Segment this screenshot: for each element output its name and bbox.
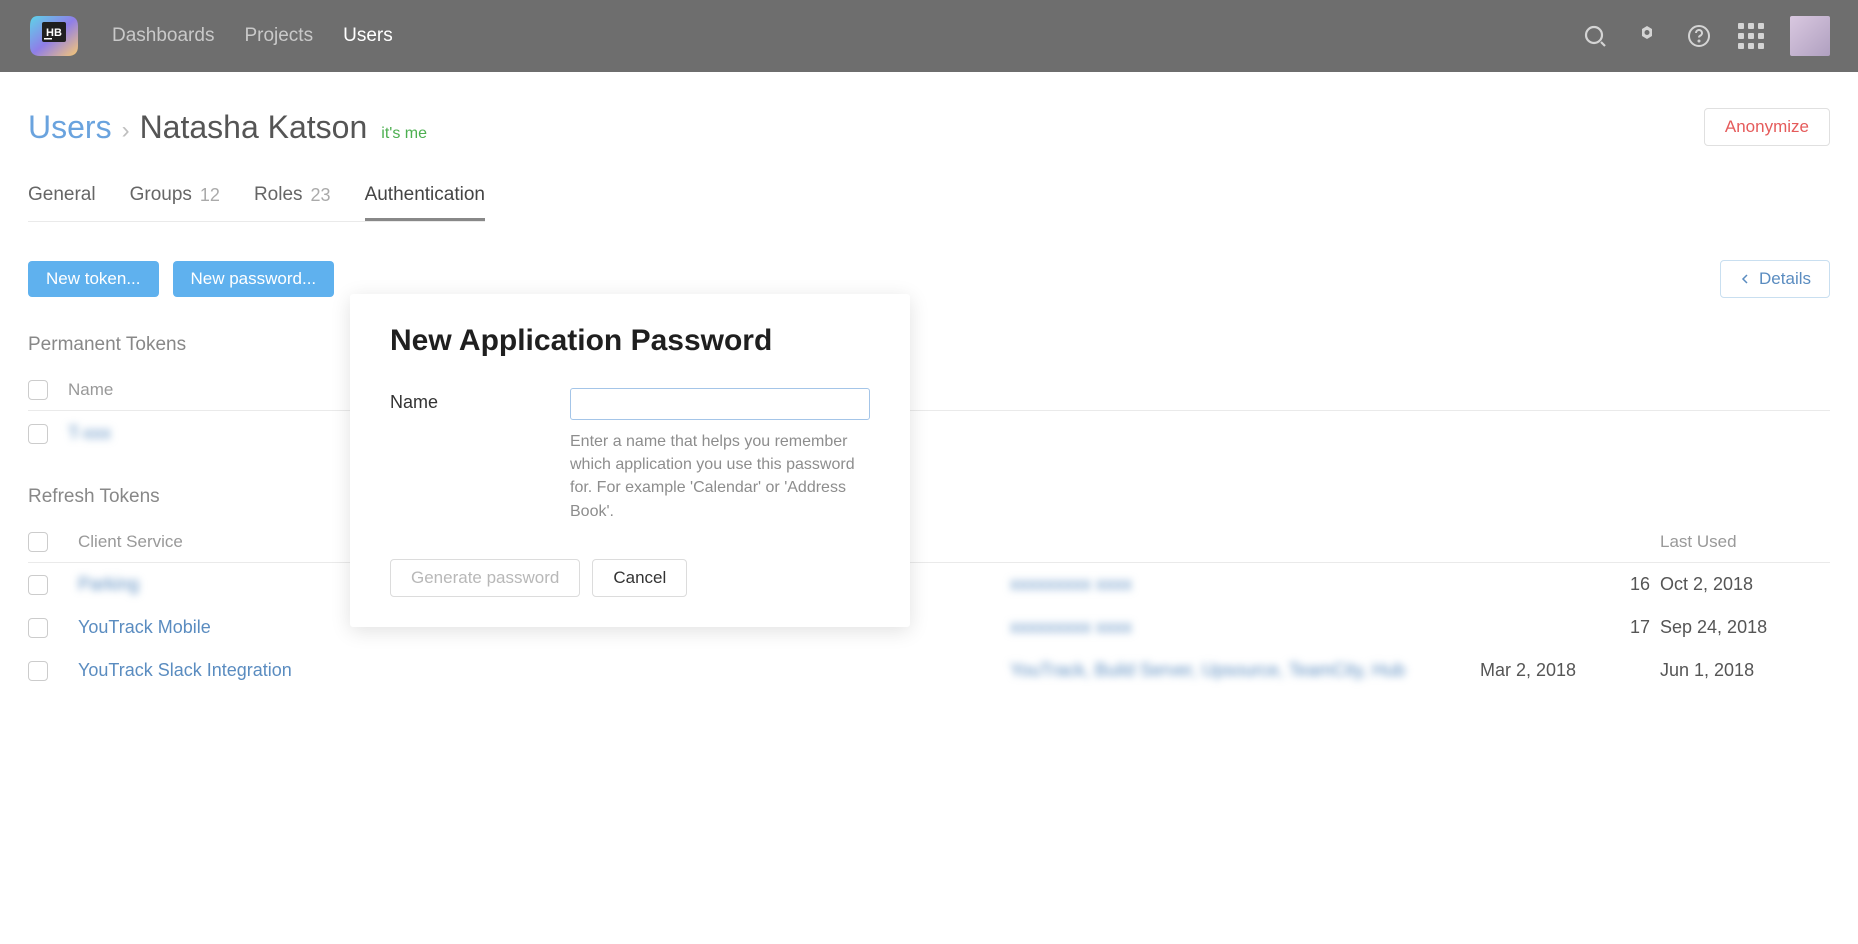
details-label: Details <box>1759 269 1811 289</box>
table-row: Parking xxxxxxxxx xxxx 16 Oct 2, 2018 <box>28 563 1830 606</box>
select-all-checkbox[interactable] <box>28 380 48 400</box>
tab-authentication[interactable]: Authentication <box>365 184 485 221</box>
last-used-date: Oct 2, 2018 <box>1660 574 1830 595</box>
details-button[interactable]: Details <box>1720 260 1830 298</box>
tab-general[interactable]: General <box>28 184 96 221</box>
col-name: Name <box>68 380 113 400</box>
select-all-checkbox[interactable] <box>28 532 48 552</box>
scope: xxxxxxxxx xxxx <box>1010 574 1470 595</box>
scope: xxxxxxxxx xxxx <box>1010 617 1470 638</box>
permanent-tokens-title: Permanent Tokens <box>28 334 1830 356</box>
apps-icon[interactable] <box>1738 23 1764 49</box>
main-nav: Dashboards Projects Users <box>112 25 393 47</box>
row-checkbox[interactable] <box>28 424 48 444</box>
name-label: Name <box>390 388 530 523</box>
gear-icon[interactable] <box>1634 23 1660 49</box>
col-last-used: Last Used <box>1660 532 1830 552</box>
generate-password-button[interactable]: Generate password <box>390 559 580 597</box>
refresh-tokens-header: Client Service Last Used <box>28 526 1830 563</box>
table-row: YouTrack Mobile xxxxxxxxx xxxx 17 Sep 24… <box>28 606 1830 649</box>
created-date: Mar 2, 2018 <box>1480 660 1650 681</box>
help-icon[interactable] <box>1686 23 1712 49</box>
name-input[interactable] <box>570 388 870 420</box>
new-password-button[interactable]: New password... <box>173 261 335 297</box>
tab-count: 23 <box>311 185 331 206</box>
cancel-button[interactable]: Cancel <box>592 559 687 597</box>
table-row: T-xxx <box>28 411 1830 456</box>
tab-label: Roles <box>254 184 303 206</box>
table-row: YouTrack Slack Integration YouTrack, Bui… <box>28 649 1830 692</box>
svg-text:HB: HB <box>46 27 62 39</box>
nav-dashboards[interactable]: Dashboards <box>112 25 214 47</box>
dialog-actions: Generate password Cancel <box>390 559 870 597</box>
new-password-dialog: New Application Password Name Enter a na… <box>350 294 910 627</box>
form-row-name: Name Enter a name that helps you remembe… <box>390 388 870 523</box>
page-title: Natasha Katson <box>140 109 368 146</box>
search-icon[interactable] <box>1582 23 1608 49</box>
tab-label: General <box>28 184 96 206</box>
row-checkbox[interactable] <box>28 575 48 595</box>
last-used-date: Jun 1, 2018 <box>1660 660 1830 681</box>
its-me-tag: it's me <box>381 125 427 143</box>
toolbar: New token... New password... Details <box>28 260 1830 298</box>
row-checkbox[interactable] <box>28 618 48 638</box>
user-avatar[interactable] <box>1790 16 1830 56</box>
tab-label: Authentication <box>365 184 485 206</box>
chevron-left-icon <box>1739 273 1751 285</box>
scope: YouTrack, Build Server, Upsource, TeamCi… <box>1010 660 1470 681</box>
tab-groups[interactable]: Groups 12 <box>130 184 220 221</box>
header-right <box>1582 16 1830 56</box>
name-help-text: Enter a name that helps you remember whi… <box>570 430 870 523</box>
breadcrumb-row: Users › Natasha Katson it's me Anonymize <box>28 108 1830 146</box>
refresh-tokens-title: Refresh Tokens <box>28 486 1830 508</box>
header-left: HB Dashboards Projects Users <box>28 12 393 60</box>
main-content: Users › Natasha Katson it's me Anonymize… <box>0 72 1858 728</box>
client-name[interactable]: YouTrack Slack Integration <box>78 660 1000 681</box>
toolbar-left: New token... New password... <box>28 261 334 297</box>
tabs: General Groups 12 Roles 23 Authenticatio… <box>28 184 485 222</box>
tab-roles[interactable]: Roles 23 <box>254 184 331 221</box>
tab-label: Groups <box>130 184 192 206</box>
breadcrumb: Users › Natasha Katson it's me <box>28 109 427 146</box>
nav-users[interactable]: Users <box>343 25 393 47</box>
new-token-button[interactable]: New token... <box>28 261 159 297</box>
token-name[interactable]: T-xxx <box>68 423 111 444</box>
row-checkbox[interactable] <box>28 661 48 681</box>
created-date: 16 <box>1480 574 1650 595</box>
name-field-wrapper: Enter a name that helps you remember whi… <box>570 388 870 523</box>
breadcrumb-users-link[interactable]: Users <box>28 109 112 146</box>
created-date: 17 <box>1480 617 1650 638</box>
anonymize-button[interactable]: Anonymize <box>1704 108 1830 146</box>
app-header: HB Dashboards Projects Users <box>0 0 1858 72</box>
tab-count: 12 <box>200 185 220 206</box>
permanent-tokens-header: Name <box>28 374 1830 411</box>
app-logo[interactable]: HB <box>28 12 80 60</box>
breadcrumb-separator: › <box>122 117 130 145</box>
dialog-title: New Application Password <box>390 324 870 358</box>
nav-projects[interactable]: Projects <box>244 25 313 47</box>
last-used-date: Sep 24, 2018 <box>1660 617 1830 638</box>
